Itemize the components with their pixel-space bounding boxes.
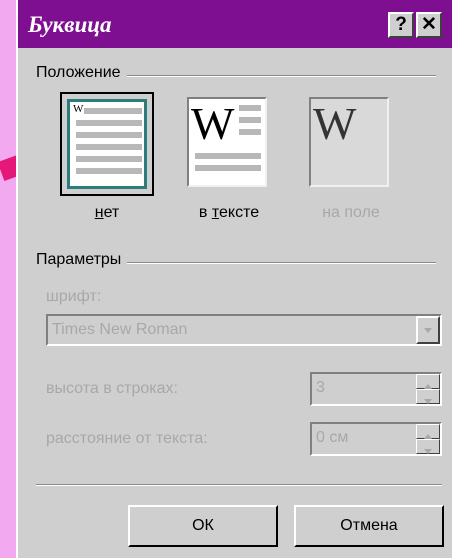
option-in-margin-preview: W (309, 97, 389, 187)
height-label: высота в строках: (46, 380, 178, 397)
font-dropdown-button[interactable] (416, 316, 440, 344)
distance-value: 0 см (316, 429, 349, 446)
height-value: 3 (316, 379, 325, 396)
font-select-value: Times New Roman (52, 321, 188, 338)
option-none-label: нет (94, 204, 120, 221)
dialog-title: Буквица (28, 12, 112, 37)
option-in-text-label: в тексте (198, 204, 260, 221)
distance-label: расстояние от текста: (46, 430, 208, 447)
chevron-down-icon (424, 328, 432, 333)
option-in-text-preview: W (187, 97, 267, 187)
option-in-text-sample-letter: W (191, 98, 235, 149)
arrow-down-icon (424, 399, 432, 404)
title-bar: Буквица ? ✕ (18, 0, 452, 48)
bottom-divider (36, 484, 442, 486)
position-option-none[interactable]: W (60, 92, 154, 196)
option-in-margin-label: на поле (322, 204, 380, 221)
distance-spin-down-button[interactable] (416, 439, 440, 454)
params-group-label: Параметры (36, 251, 128, 269)
ok-button[interactable]: ОК (128, 505, 278, 547)
height-spinbox[interactable]: 3 (310, 372, 442, 406)
font-label: шрифт: (46, 288, 102, 305)
cancel-button[interactable]: Отмена (294, 505, 444, 547)
height-spin-down-button[interactable] (416, 389, 440, 404)
drop-cap-dialog: Буквица ? ✕ Положение W нет W в тексте W… (16, 0, 452, 558)
option-none-sample-letter: W (73, 103, 84, 115)
option-none-preview: W (67, 99, 147, 189)
position-option-in-margin[interactable]: W (304, 92, 398, 196)
distance-spin-up-button[interactable] (416, 424, 440, 439)
height-spin-up-button[interactable] (416, 374, 440, 389)
close-button[interactable]: ✕ (416, 12, 442, 38)
position-group-label: Положение (36, 64, 127, 82)
distance-spinbox[interactable]: 0 см (310, 422, 442, 456)
arrow-down-icon (424, 449, 432, 454)
font-select[interactable]: Times New Roman (46, 314, 442, 346)
position-option-in-text[interactable]: W (182, 92, 276, 196)
help-button[interactable]: ? (388, 12, 414, 38)
option-in-margin-sample-letter: W (313, 98, 357, 149)
